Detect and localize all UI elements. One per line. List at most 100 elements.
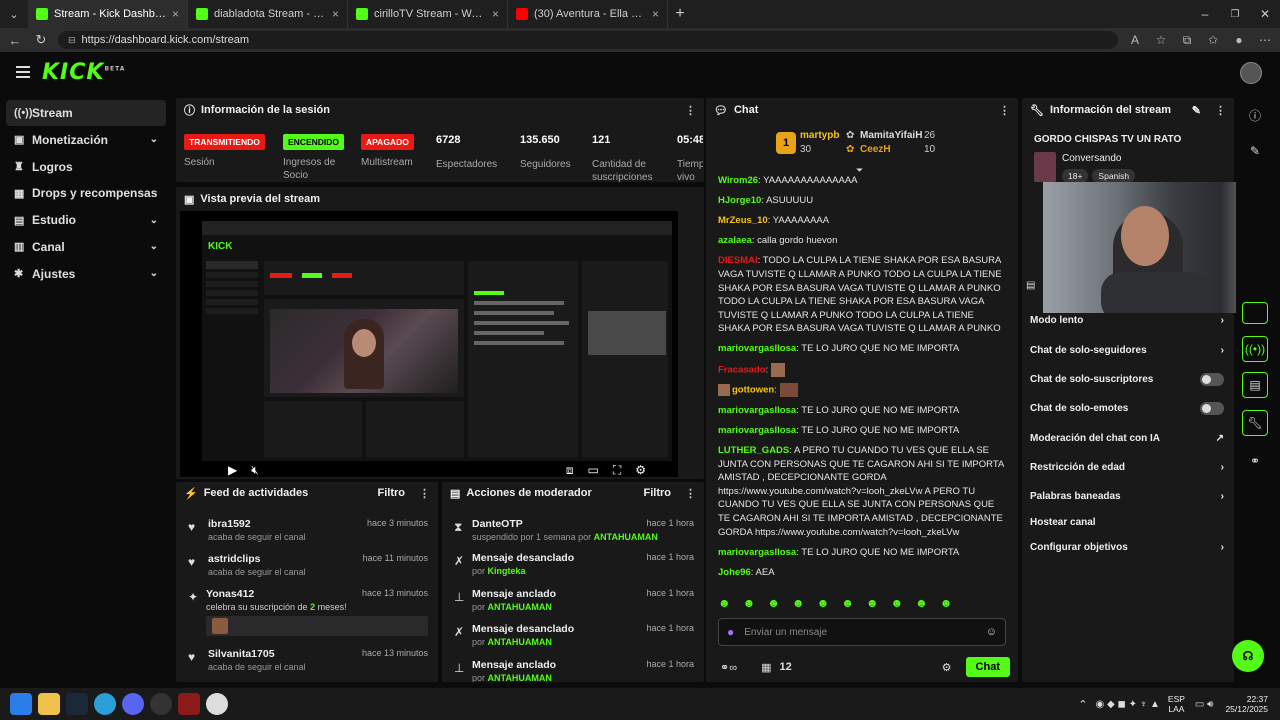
setting-row[interactable]: Palabras baneadas › [1030, 486, 1224, 506]
activity-user[interactable]: astridclips [208, 553, 261, 565]
emote-icon[interactable]: ☻ [841, 596, 854, 614]
steam-icon[interactable] [66, 693, 88, 715]
obs-icon[interactable] [150, 693, 172, 715]
emoji-icon[interactable]: ☺ [986, 626, 997, 638]
edge-icon[interactable] [94, 693, 116, 715]
users-icon[interactable]: ⚭ [1240, 448, 1270, 474]
close-window-icon[interactable]: ✕ [1250, 7, 1280, 21]
mod-action[interactable]: Mensaje anclado [472, 588, 556, 600]
more-options-icon[interactable]: ⋮ [1215, 104, 1226, 117]
close-tab-icon[interactable]: × [172, 7, 179, 21]
maximize-icon[interactable]: ❐ [1220, 9, 1250, 20]
chat-username[interactable]: Wirom26 [718, 175, 758, 186]
chat-username[interactable]: LUTHER_GADS [718, 445, 789, 456]
chat-username[interactable]: Johe96 [718, 567, 751, 578]
filter-button[interactable]: Filtro [644, 487, 672, 499]
chat-input[interactable]: ● Enviar un mensaje ☺ [718, 618, 1006, 646]
sidebar-item-ajustes[interactable]: ✱ Ajustes ⌄ [6, 261, 166, 287]
chat-username[interactable]: mariovargasllosa [718, 547, 796, 558]
emote-icon[interactable]: ☻ [718, 596, 731, 614]
edit-icon[interactable]: ✎ [1240, 138, 1270, 164]
extensions-icon[interactable]: ⧉ [1178, 33, 1196, 48]
emote-icon[interactable]: ☻ [792, 596, 805, 614]
chat-username[interactable]: mariovargasllosa [718, 343, 796, 354]
rail-button[interactable] [1242, 302, 1268, 324]
category-name[interactable]: Conversando [1062, 153, 1121, 164]
emote-icon[interactable]: ☻ [866, 596, 879, 614]
more-options-icon[interactable]: ⋮ [419, 487, 430, 500]
sidebar-item-drops[interactable]: ▦ Drops y recompensas [6, 180, 166, 206]
setting-row[interactable]: Restricción de edad › [1030, 457, 1224, 477]
leader-user[interactable]: CeezH [860, 144, 891, 155]
sidebar-item-monetizacion[interactable]: ▣ Monetización ⌄ [6, 127, 166, 153]
back-icon[interactable]: ← [6, 33, 24, 48]
mod-user[interactable]: ANTAHUAMAN [488, 602, 552, 612]
support-chat-icon[interactable]: ☊ [1232, 640, 1264, 672]
kick-logo[interactable]: KICKBETA [42, 60, 125, 85]
browser-tab-1[interactable]: Stream - Kick Dashboard × [28, 0, 188, 28]
tray-expand-icon[interactable]: ⌃ [1078, 698, 1087, 711]
chat-username[interactable]: HJorge10 [718, 195, 761, 206]
mod-user[interactable]: ANTAHUAMAN [488, 637, 552, 647]
user-avatar[interactable] [1240, 62, 1262, 84]
filter-button[interactable]: Filtro [378, 487, 406, 499]
emote-icon[interactable]: ☻ [940, 596, 953, 614]
dota-icon[interactable] [178, 693, 200, 715]
favorite-star-icon[interactable]: ☆ [1152, 33, 1170, 47]
more-menu-icon[interactable]: ⋯ [1256, 33, 1274, 47]
mod-user[interactable]: ANTAHUAMAN [594, 532, 658, 542]
favorites-icon[interactable]: ✩ [1204, 33, 1222, 47]
mod-user[interactable]: Kingteka [488, 566, 526, 576]
minimize-icon[interactable]: – [1190, 7, 1220, 21]
browser-tab-2[interactable]: diabladota Stream - Watch Live on Kick × [188, 0, 348, 28]
users-icon[interactable]: ⚭∞ [720, 661, 737, 674]
mod-action[interactable]: Mensaje desanclado [472, 552, 574, 564]
mod-user[interactable]: ANTAHUAMAN [488, 673, 552, 682]
language-indicator[interactable]: ESP LAA [1168, 694, 1185, 714]
discord-icon[interactable] [122, 693, 144, 715]
broadcast-icon[interactable]: ((•)) [1242, 336, 1268, 362]
start-icon[interactable] [10, 693, 32, 715]
browser-tab-3[interactable]: cirilloTV Stream - Watch Live on Kick × [348, 0, 508, 28]
send-chat-button[interactable]: Chat [965, 657, 1010, 677]
read-aloud-icon[interactable]: A [1126, 33, 1144, 47]
edit-icon[interactable]: ✎ [1192, 104, 1201, 117]
tab-list-icon[interactable]: ⌄ [0, 8, 28, 21]
url-field[interactable]: ⊟ https://dashboard.kick.com/stream [58, 31, 1118, 49]
more-options-icon[interactable]: ⋮ [685, 487, 696, 500]
mute-icon[interactable]: 🔇︎ [251, 463, 259, 478]
chat-username[interactable]: mariovargasllosa [718, 405, 796, 416]
tray-icons[interactable]: ◉ ◆ ◼ ✦ ♆ ▲ [1096, 699, 1160, 710]
play-icon[interactable]: ▶ [228, 463, 237, 477]
chat-username[interactable]: MrZeus_10 [718, 215, 768, 226]
sidebar-item-logros[interactable]: ♜ Logros [6, 154, 166, 180]
leader-user[interactable]: MamitaYifaiH [860, 130, 922, 141]
close-tab-icon[interactable]: × [332, 7, 339, 21]
sidebar-item-canal[interactable]: ▥ Canal ⌄ [6, 234, 166, 260]
app-icon[interactable] [206, 693, 228, 715]
mod-action[interactable]: DanteOTP [472, 518, 523, 530]
setting-row[interactable]: Modo lento › [1030, 310, 1224, 330]
emotes-only-toggle[interactable] [1200, 401, 1224, 415]
emote-icon[interactable]: ☻ [890, 596, 903, 614]
chat-username[interactable]: Fracasado [718, 364, 766, 375]
setting-row[interactable]: Configurar objetivos › [1030, 537, 1224, 557]
setting-row[interactable]: Hostear canal [1030, 512, 1224, 532]
clip-icon[interactable]: ⧈ [566, 463, 574, 478]
explorer-icon[interactable] [38, 693, 60, 715]
stream-preview-video[interactable]: KICK ▶ 🔇︎ ⧈ ▭ ⛶ ⚙ [180, 211, 678, 477]
mod-action[interactable]: Mensaje desanclado [472, 623, 574, 635]
menu-icon[interactable] [16, 66, 30, 78]
site-info-icon[interactable]: ⊟ [68, 35, 76, 46]
leader-user[interactable]: martypb [800, 130, 839, 141]
new-tab-icon[interactable]: + [668, 5, 692, 23]
emote-icon[interactable]: ☻ [817, 596, 830, 614]
activity-user[interactable]: Yonas412 [206, 588, 254, 600]
layout-icon[interactable]: ▤ [1242, 372, 1268, 398]
more-options-icon[interactable]: ⋮ [999, 104, 1010, 117]
activity-user[interactable]: Silvanita1705 [208, 648, 275, 660]
setting-row[interactable]: Moderación del chat con IA ↗ [1030, 428, 1224, 448]
network-volume-icon[interactable]: ▭ 🔊︎ [1195, 699, 1214, 710]
close-tab-icon[interactable]: × [492, 7, 499, 21]
profile-icon[interactable]: ● [1230, 33, 1248, 47]
